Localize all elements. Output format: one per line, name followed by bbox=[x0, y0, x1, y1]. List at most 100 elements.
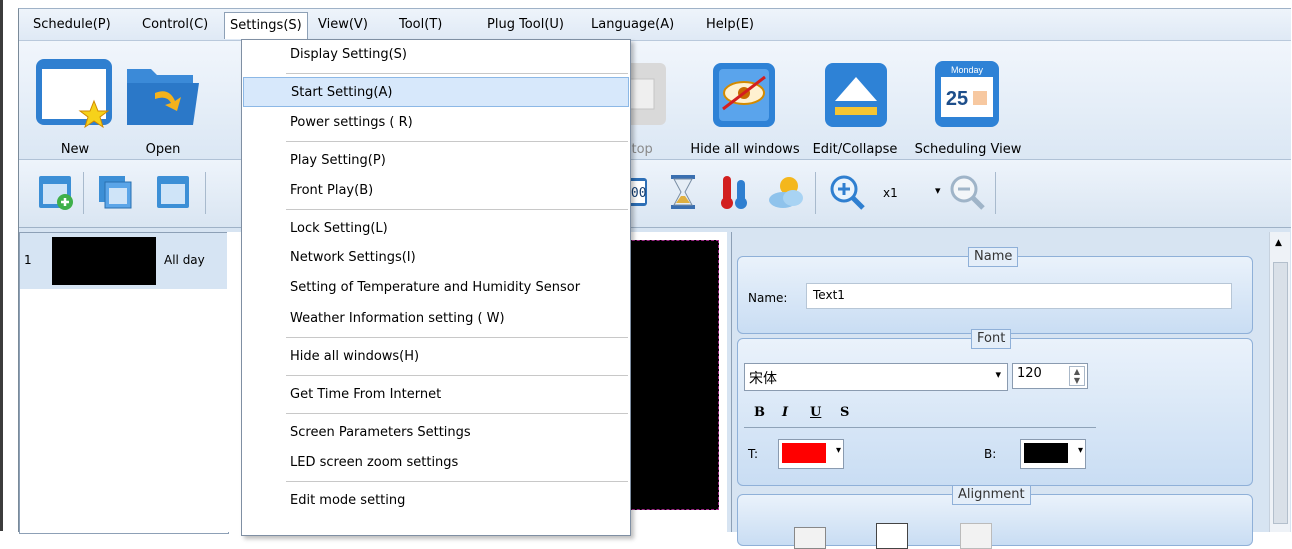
italic-button[interactable]: I bbox=[782, 405, 788, 420]
name-group-title: Name bbox=[968, 247, 1019, 267]
scroll-up-icon[interactable]: ▲ bbox=[1275, 238, 1282, 248]
menu-plug-tool[interactable]: Plug Tool(U) bbox=[485, 15, 566, 35]
hide-all-windows-button[interactable]: Hide all windows bbox=[685, 49, 805, 157]
menu-control[interactable]: Control(C) bbox=[140, 15, 210, 35]
scrollbar-thumb[interactable] bbox=[1273, 262, 1288, 524]
bg-color-label: B: bbox=[984, 447, 997, 461]
window-icon[interactable] bbox=[153, 172, 193, 212]
edit-toolbar: 12:00 bbox=[19, 160, 1291, 228]
toolbar-separator bbox=[205, 172, 206, 214]
zoom-in-icon[interactable] bbox=[827, 172, 867, 212]
font-family-value: 宋体 bbox=[749, 371, 777, 387]
scheduling-view-button[interactable]: Monday 25 Scheduling View bbox=[909, 49, 1027, 157]
add-program-icon[interactable] bbox=[35, 172, 75, 212]
menu-item-hide-all-windows[interactable]: Hide all windows(H) bbox=[243, 342, 629, 372]
menu-item-network-settings[interactable]: Network Settings(I) bbox=[243, 243, 629, 273]
text-color-swatch bbox=[782, 443, 826, 463]
row-number: 1 bbox=[24, 253, 32, 267]
chevron-down-icon: ▾ bbox=[835, 445, 841, 456]
menu-separator bbox=[286, 209, 628, 210]
menu-separator bbox=[286, 141, 628, 142]
menu-view[interactable]: View(V) bbox=[316, 15, 370, 35]
font-group-title: Font bbox=[971, 329, 1012, 349]
menubar: Schedule(P) Control(C) Settings(S) View(… bbox=[19, 9, 1291, 41]
main-toolbar: New Open Stop Hide all windows Edit/Coll… bbox=[19, 41, 1291, 160]
zoom-value: x1 bbox=[883, 186, 898, 200]
calendar-icon: Monday 25 bbox=[935, 61, 999, 127]
eject-icon bbox=[825, 63, 887, 127]
properties-panel: Name Name: Text1 Font 宋体 ▾ 120 ▲▼ B I U bbox=[731, 232, 1270, 549]
menu-item-display-setting[interactable]: Display Setting(S) bbox=[243, 40, 629, 70]
align-left-button[interactable] bbox=[794, 527, 826, 549]
menu-item-power-settings[interactable]: Power settings ( R) bbox=[243, 108, 629, 138]
font-family-select[interactable]: 宋体 ▾ bbox=[744, 363, 1008, 391]
menu-item-edit-mode[interactable]: Edit mode setting bbox=[243, 486, 629, 516]
new-button[interactable]: New bbox=[29, 49, 121, 157]
edit-collapse-button[interactable]: Edit/Collapse bbox=[805, 49, 905, 157]
open-folder-icon bbox=[127, 69, 199, 125]
edit-collapse-label: Edit/Collapse bbox=[812, 142, 898, 157]
weather-icon[interactable] bbox=[767, 172, 807, 212]
calendar-day-text: Monday bbox=[951, 65, 984, 75]
text-color-picker[interactable]: ▾ bbox=[778, 439, 844, 469]
menu-separator bbox=[286, 481, 628, 482]
zoom-select[interactable]: x1 ▾ bbox=[877, 184, 949, 204]
align-right-button[interactable] bbox=[960, 523, 992, 549]
font-size-value: 120 bbox=[1017, 366, 1042, 381]
font-divider bbox=[744, 427, 1096, 428]
menu-item-front-play[interactable]: Front Play(B) bbox=[243, 176, 629, 206]
name-input[interactable]: Text1 bbox=[806, 283, 1232, 309]
hourglass-icon[interactable] bbox=[663, 172, 703, 212]
menu-item-screen-parameters[interactable]: Screen Parameters Settings bbox=[243, 418, 629, 448]
menu-separator bbox=[286, 413, 628, 414]
name-label: Name: bbox=[748, 291, 788, 305]
app-window: Schedule(P) Control(C) Settings(S) View(… bbox=[18, 8, 1291, 549]
scheduling-view-label: Scheduling View bbox=[914, 142, 1022, 157]
alignment-group-title: Alignment bbox=[952, 485, 1031, 505]
toolbar-separator bbox=[83, 172, 84, 214]
menu-item-lock-setting[interactable]: Lock Setting(L) bbox=[243, 214, 629, 244]
settings-dropdown: Display Setting(S) Start Setting(A) Powe… bbox=[241, 39, 631, 536]
alignment-group: Alignment bbox=[737, 485, 1253, 549]
row-preview bbox=[52, 237, 156, 285]
font-size-stepper[interactable]: 120 ▲ ▼ bbox=[1012, 363, 1088, 389]
spinner-icon[interactable]: ▲ ▼ bbox=[1069, 366, 1085, 386]
hidden-eye-icon bbox=[713, 63, 775, 127]
zoom-out-icon[interactable] bbox=[947, 172, 987, 212]
toolbar-separator bbox=[995, 172, 996, 214]
menu-separator bbox=[286, 337, 628, 338]
menu-item-temp-humidity-sensor[interactable]: Setting of Temperature and Humidity Sens… bbox=[243, 273, 629, 303]
menu-language[interactable]: Language(A) bbox=[589, 15, 676, 35]
toolbar-separator bbox=[815, 172, 816, 214]
chevron-down-icon: ▾ bbox=[1077, 445, 1083, 456]
menu-tool[interactable]: Tool(T) bbox=[397, 15, 444, 35]
menu-item-play-setting[interactable]: Play Setting(P) bbox=[243, 146, 629, 176]
text-color-label: T: bbox=[748, 447, 759, 461]
menu-settings[interactable]: Settings(S) bbox=[224, 12, 308, 39]
align-center-button[interactable] bbox=[876, 523, 908, 549]
bg-color-picker[interactable]: ▾ bbox=[1020, 439, 1086, 469]
bold-button[interactable]: B bbox=[754, 405, 765, 420]
hide-all-label: Hide all windows bbox=[690, 142, 800, 157]
calendar-date-text: 25 bbox=[946, 88, 968, 110]
chevron-down-icon: ▾ bbox=[995, 368, 1001, 381]
menu-item-led-zoom[interactable]: LED screen zoom settings bbox=[243, 448, 629, 478]
schedule-row[interactable]: 1 All day bbox=[20, 233, 228, 289]
menu-item-start-setting[interactable]: Start Setting(A) bbox=[243, 77, 629, 107]
strikethrough-button[interactable]: S bbox=[840, 405, 849, 420]
menu-help[interactable]: Help(E) bbox=[704, 15, 756, 35]
properties-scrollbar[interactable]: ▲ bbox=[1269, 232, 1290, 532]
open-button[interactable]: Open bbox=[117, 49, 209, 157]
font-group: Font 宋体 ▾ 120 ▲ ▼ B I U S T: ▾ B: ▾ bbox=[737, 329, 1253, 486]
name-input-value: Text1 bbox=[813, 288, 845, 302]
menu-item-get-time[interactable]: Get Time From Internet bbox=[243, 380, 629, 410]
menu-schedule[interactable]: Schedule(P) bbox=[31, 15, 113, 35]
menu-separator bbox=[286, 375, 628, 376]
thermometer-icon[interactable] bbox=[715, 172, 755, 212]
bg-color-swatch bbox=[1024, 443, 1068, 463]
left-border bbox=[0, 0, 3, 531]
copy-window-icon[interactable] bbox=[95, 172, 135, 212]
underline-button[interactable]: U bbox=[810, 405, 821, 420]
menu-item-weather-info[interactable]: Weather Information setting ( W) bbox=[243, 304, 629, 334]
schedule-list: 1 All day bbox=[19, 232, 229, 534]
